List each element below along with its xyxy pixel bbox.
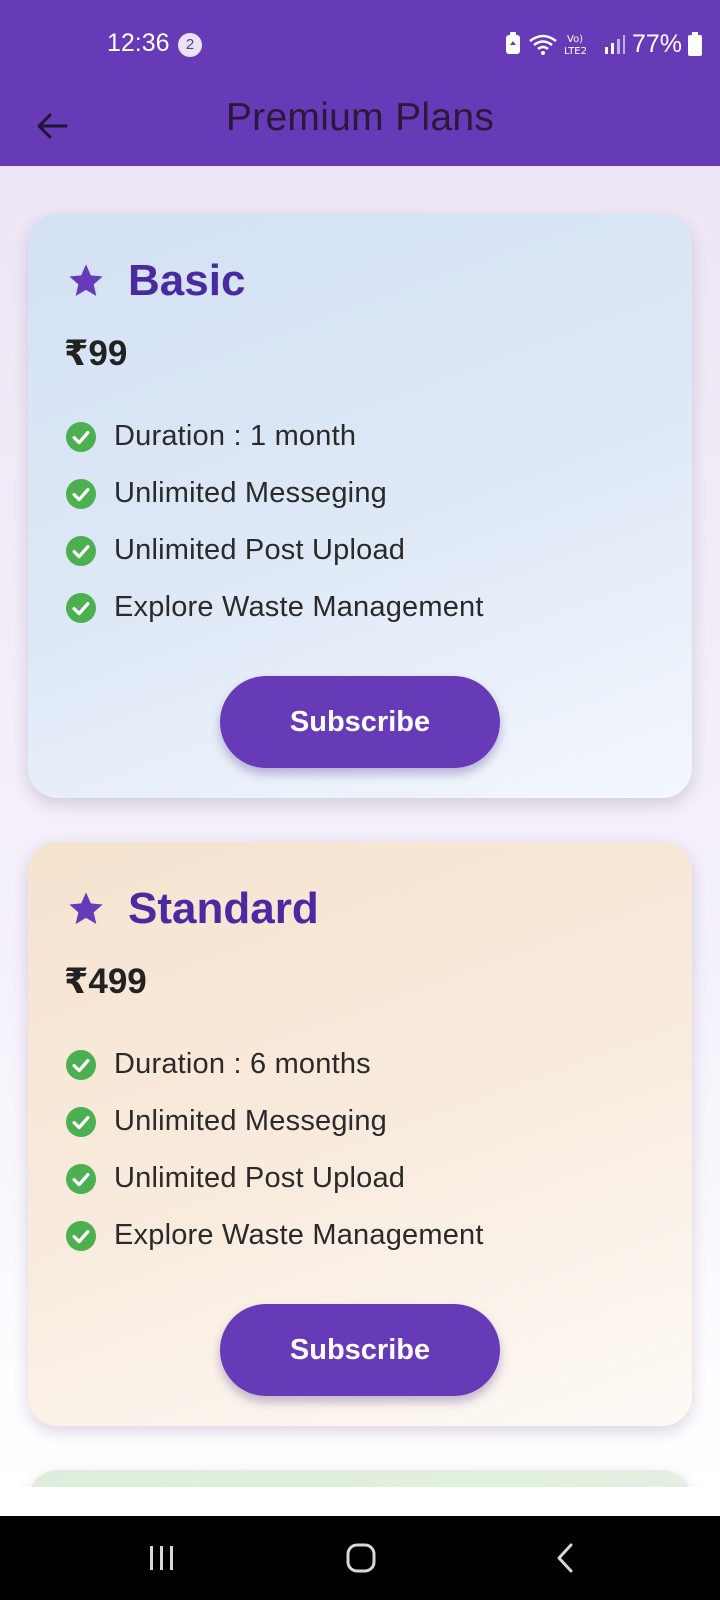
subscribe-button-basic[interactable]: Subscribe <box>220 676 500 768</box>
status-icons: Vo) LTE2 77% <box>504 28 702 60</box>
battery-percent: 77% <box>631 29 682 58</box>
check-circle-icon <box>66 1106 96 1137</box>
check-circle-icon <box>66 592 96 623</box>
plan-name: Basic <box>128 256 246 305</box>
lte-bottom-label: LTE2 <box>564 46 587 57</box>
back-chevron-icon <box>557 1543 573 1573</box>
check-circle-icon <box>66 421 96 452</box>
plan-price: ₹499 <box>64 962 147 1001</box>
lte-top-label: Vo) <box>567 34 583 45</box>
feature-text: Duration : 6 months <box>114 1048 371 1080</box>
feature-item: Explore Waste Management <box>66 1207 484 1264</box>
check-circle-icon <box>66 478 96 509</box>
recents-button[interactable] <box>132 1536 192 1580</box>
feature-text: Unlimited Post Upload <box>114 1162 406 1194</box>
feature-list: Duration : 6 months Unlimited Messeging … <box>66 1036 484 1264</box>
feature-text: Unlimited Post Upload <box>114 534 406 566</box>
star-icon <box>69 892 103 924</box>
page-title: Premium Plans <box>225 96 495 139</box>
home-button[interactable] <box>331 1536 391 1580</box>
feature-text: Unlimited Messeging <box>114 477 387 509</box>
plan-header: Basic <box>66 256 245 306</box>
feature-item: Unlimited Post Upload <box>66 522 484 579</box>
feature-item: Unlimited Post Upload <box>66 1150 484 1207</box>
check-circle-icon <box>66 535 96 566</box>
wifi-icon <box>529 34 557 55</box>
battery-icon <box>688 32 702 56</box>
feature-text: Duration : 1 month <box>114 420 357 452</box>
check-circle-icon <box>66 1220 96 1251</box>
check-circle-icon <box>66 1163 96 1194</box>
app-bar: Premium Plans <box>0 88 720 166</box>
check-circle-icon <box>66 1049 96 1080</box>
plan-card-next-partial <box>28 1470 692 1487</box>
signal-icon <box>604 35 625 54</box>
plan-card-standard: Standard ₹499 Duration : 6 months Unlimi… <box>28 842 692 1426</box>
plan-header: Standard <box>66 884 319 934</box>
home-icon <box>346 1543 376 1573</box>
feature-item: Unlimited Messeging <box>66 465 484 522</box>
plans-list[interactable]: Basic ₹99 Duration : 1 month Unlimited M… <box>0 166 720 1487</box>
system-nav-bar <box>0 1516 720 1600</box>
plan-price: ₹99 <box>64 334 128 373</box>
recents-icon <box>150 1546 173 1570</box>
battery-saver-icon <box>505 32 520 54</box>
status-time: 12:36 <box>107 29 170 57</box>
feature-text: Explore Waste Management <box>114 1219 484 1251</box>
feature-list: Duration : 1 month Unlimited Messeging U… <box>66 408 484 636</box>
feature-item: Explore Waste Management <box>66 579 484 636</box>
lte-icon: Vo) LTE2 <box>564 34 587 57</box>
subscribe-button-standard[interactable]: Subscribe <box>220 1304 500 1396</box>
feature-item: Duration : 1 month <box>66 408 484 465</box>
feature-item: Unlimited Messeging <box>66 1093 484 1150</box>
feature-text: Explore Waste Management <box>114 591 484 623</box>
feature-item: Duration : 6 months <box>66 1036 484 1093</box>
star-icon <box>69 264 103 296</box>
plan-name: Standard <box>128 884 319 933</box>
notification-count-badge: 2 <box>178 33 202 57</box>
plan-card-basic: Basic ₹99 Duration : 1 month Unlimited M… <box>28 214 692 798</box>
system-back-button[interactable] <box>535 1536 595 1580</box>
feature-text: Unlimited Messeging <box>114 1105 387 1137</box>
status-bar: 12:36 2 Vo) LTE2 77% <box>0 0 720 88</box>
